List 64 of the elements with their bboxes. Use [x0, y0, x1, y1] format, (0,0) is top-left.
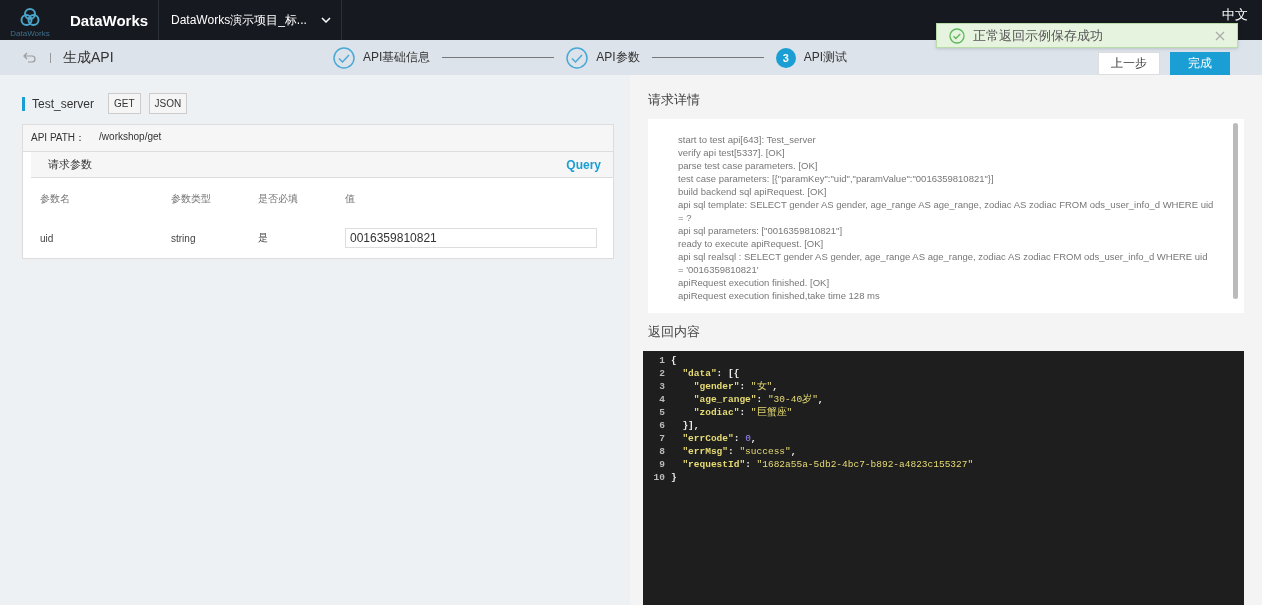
table-cell-text: uid: [40, 232, 55, 244]
params-title: 请求参数: [48, 157, 92, 172]
code-line: "age_range": "30-40岁",: [692, 393, 824, 406]
log-line: verify api test[5337]. [OK]: [678, 146, 786, 159]
line-number: 6: [658, 419, 666, 432]
logo-caption: DataWorks: [10, 29, 50, 38]
log-line: test case parameters: [{"paramKey":"uid","paramValue":"0016359810821"}]: [678, 172, 995, 185]
code-line: "errMsg": "success",: [681, 445, 797, 458]
page-title: 生成API: [63, 48, 115, 67]
line-number: 4: [658, 393, 666, 406]
method-tag: GET: [108, 93, 141, 114]
code-editor[interactable]: 1 { 2 "data": [{ 3 "gender": "女", 4 "age_range": "30-40岁", 5 "zodiac": "巨蟹座" 6 }], 7 "errCode": 0, 8 "errMsg": "success", 9 "requestId": "1682a55a-5db2-4bc7-b892-a4823c155327" 10 }: [643, 351, 1244, 605]
scrollbar[interactable]: [1233, 123, 1238, 299]
code-line: "gender": "女",: [692, 380, 778, 393]
params-mode: Query: [566, 157, 601, 172]
method-tag: JSON: [148, 93, 188, 114]
code-line: {: [671, 354, 677, 367]
log-line: apiRequest execution finished. [OK]: [678, 276, 831, 289]
code-line: "requestId": "1682a55a-5db2-4bc7-b892-a4823c155327": [681, 458, 974, 471]
table-cell-text: 是: [258, 231, 269, 245]
path-label: API PATH：: [31, 131, 86, 145]
check-circle-icon: [949, 27, 965, 44]
column-header: 参数类型: [171, 192, 212, 206]
log-line: apiRequest execution finished,take time 128 ms: [678, 289, 881, 302]
previous-button[interactable]: 上一步: [1098, 52, 1160, 75]
log-line: api sql parameters: ["0016359810821"]: [678, 224, 844, 237]
line-number: 3: [658, 380, 666, 393]
code-line: "zodiac": "巨蟹座": [692, 406, 793, 419]
code-line: }],: [681, 419, 700, 432]
brand-name: DataWorks: [69, 11, 150, 29]
chevron-down-icon: [320, 17, 331, 23]
step-number: 3: [775, 47, 796, 68]
back-icon[interactable]: [22, 50, 36, 65]
column-header: 是否必填: [258, 192, 299, 206]
code-line: }: [671, 471, 677, 484]
line-number: 5: [658, 406, 666, 419]
section-title: 返回内容: [648, 323, 701, 341]
log-line: api sql template: SELECT gender AS gender, age_range AS age_range, zodiac AS zodiac FROM ods_user_info_d WHERE uid = ?: [678, 198, 1214, 224]
line-number: 9: [658, 458, 666, 471]
log-line: build backend sql apiRequest. [OK]: [678, 185, 828, 198]
section-title: 请求详情: [648, 91, 701, 109]
line-number: 10: [652, 471, 666, 484]
line-number: 7: [658, 432, 666, 445]
code-line: "errCode": 0,: [681, 432, 757, 445]
toast-message: 正常返回示例保存成功: [973, 26, 1104, 45]
language-label: 中文: [1222, 6, 1248, 24]
line-number: 2: [658, 367, 666, 380]
log-line: start to test api[643]: Test_server: [678, 133, 817, 146]
log-line: parse test case parameters. [OK]: [678, 159, 819, 172]
line-number: 8: [658, 445, 666, 458]
path-value: /workshop/get: [99, 131, 162, 144]
code-line: "data": [{: [681, 367, 740, 380]
step-label: API参数: [596, 49, 640, 66]
table-cell-text: string: [171, 232, 197, 244]
logo-icon: [19, 6, 41, 28]
column-header: 参数名: [40, 192, 71, 206]
log-line: ready to execute apiRequest. [OK]: [678, 237, 825, 250]
column-header: 值: [345, 192, 356, 206]
step-label: API基础信息: [363, 49, 431, 66]
line-number: 1: [658, 354, 666, 367]
api-name: Test_server: [22, 96, 95, 111]
step-label: API测试: [803, 49, 848, 66]
close-icon[interactable]: [1215, 30, 1225, 41]
value-field[interactable]: 0016359810821: [345, 228, 597, 248]
